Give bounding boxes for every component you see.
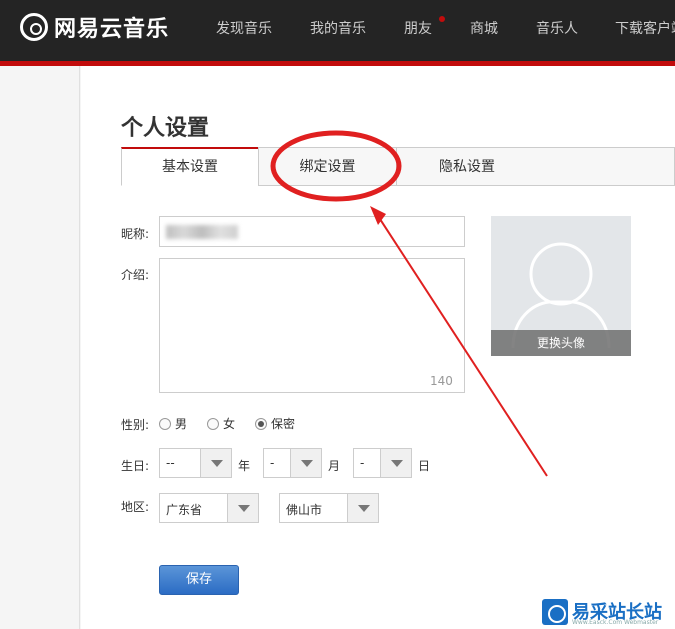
nav-discover[interactable]: 发现音乐 <box>216 18 272 38</box>
chevron-down-icon <box>200 449 231 477</box>
birthday-label: 生日: <box>121 459 150 473</box>
nav-my-music[interactable]: 我的音乐 <box>310 18 366 38</box>
birth-year-select[interactable]: -- <box>159 448 232 478</box>
watermark-subtext: Www.Easck.Com Webmaster <box>572 619 659 626</box>
nickname-value-blurred <box>166 225 238 239</box>
birth-month-select[interactable]: - <box>263 448 322 478</box>
gender-option-male[interactable]: 男 <box>159 415 187 432</box>
gender-option-secret[interactable]: 保密 <box>255 415 295 432</box>
netease-music-logo-icon <box>20 13 48 41</box>
nav-download[interactable]: 下载客户端 <box>615 18 675 38</box>
top-nav: 网易云音乐 发现音乐 我的音乐 朋友 商城 音乐人 下载客户端 <box>0 0 675 61</box>
tab-binding-settings[interactable]: 绑定设置 <box>258 147 397 186</box>
logo-text: 网易云音乐 <box>54 17 170 42</box>
birth-day-value: - <box>360 456 365 470</box>
province-select[interactable]: 广东省 <box>159 493 259 523</box>
gender-male-text: 男 <box>175 417 188 431</box>
city-select[interactable]: 佛山市 <box>279 493 379 523</box>
intro-label: 介绍: <box>121 268 150 282</box>
radio-secret[interactable] <box>255 417 267 430</box>
city-value: 佛山市 <box>286 503 323 517</box>
gender-secret-text: 保密 <box>271 417 296 431</box>
notification-dot <box>439 16 445 22</box>
year-unit: 年 <box>238 459 251 473</box>
chevron-down-icon <box>227 494 258 522</box>
birth-month-value: - <box>270 456 275 470</box>
nickname-label: 昵称: <box>121 227 150 241</box>
birth-day-select[interactable]: - <box>353 448 412 478</box>
gender-female-text: 女 <box>223 417 236 431</box>
change-avatar-button[interactable]: 更换头像 <box>491 330 631 356</box>
gender-label: 性别: <box>121 418 150 432</box>
watermark: 易采站长站 Www.Easck.Com Webmaster <box>540 596 675 629</box>
intro-char-counter: 140 <box>430 374 453 388</box>
intro-textarea[interactable] <box>159 258 465 393</box>
day-unit: 日 <box>418 459 431 473</box>
tab-privacy-settings[interactable]: 隐私设置 <box>396 147 675 186</box>
tab-basic-settings[interactable]: 基本设置 <box>121 147 259 186</box>
page-title: 个人设置 <box>121 116 210 141</box>
radio-female[interactable] <box>207 417 219 430</box>
watermark-logo-icon <box>542 599 568 625</box>
save-button[interactable]: 保存 <box>159 565 239 595</box>
region-label: 地区: <box>121 500 150 514</box>
chevron-down-icon <box>347 494 378 522</box>
left-margin <box>0 66 80 629</box>
avatar[interactable]: 更换头像 <box>491 216 631 356</box>
chevron-down-icon <box>380 449 411 477</box>
nav-musician[interactable]: 音乐人 <box>536 18 578 38</box>
nav-friends[interactable]: 朋友 <box>404 18 432 38</box>
radio-male[interactable] <box>159 417 171 430</box>
chevron-down-icon <box>290 449 321 477</box>
logo[interactable]: 网易云音乐 <box>20 12 169 42</box>
month-unit: 月 <box>328 459 341 473</box>
province-value: 广东省 <box>166 503 203 517</box>
birth-year-value: -- <box>166 456 175 470</box>
nav-store[interactable]: 商城 <box>470 18 498 38</box>
gender-option-female[interactable]: 女 <box>207 415 235 432</box>
